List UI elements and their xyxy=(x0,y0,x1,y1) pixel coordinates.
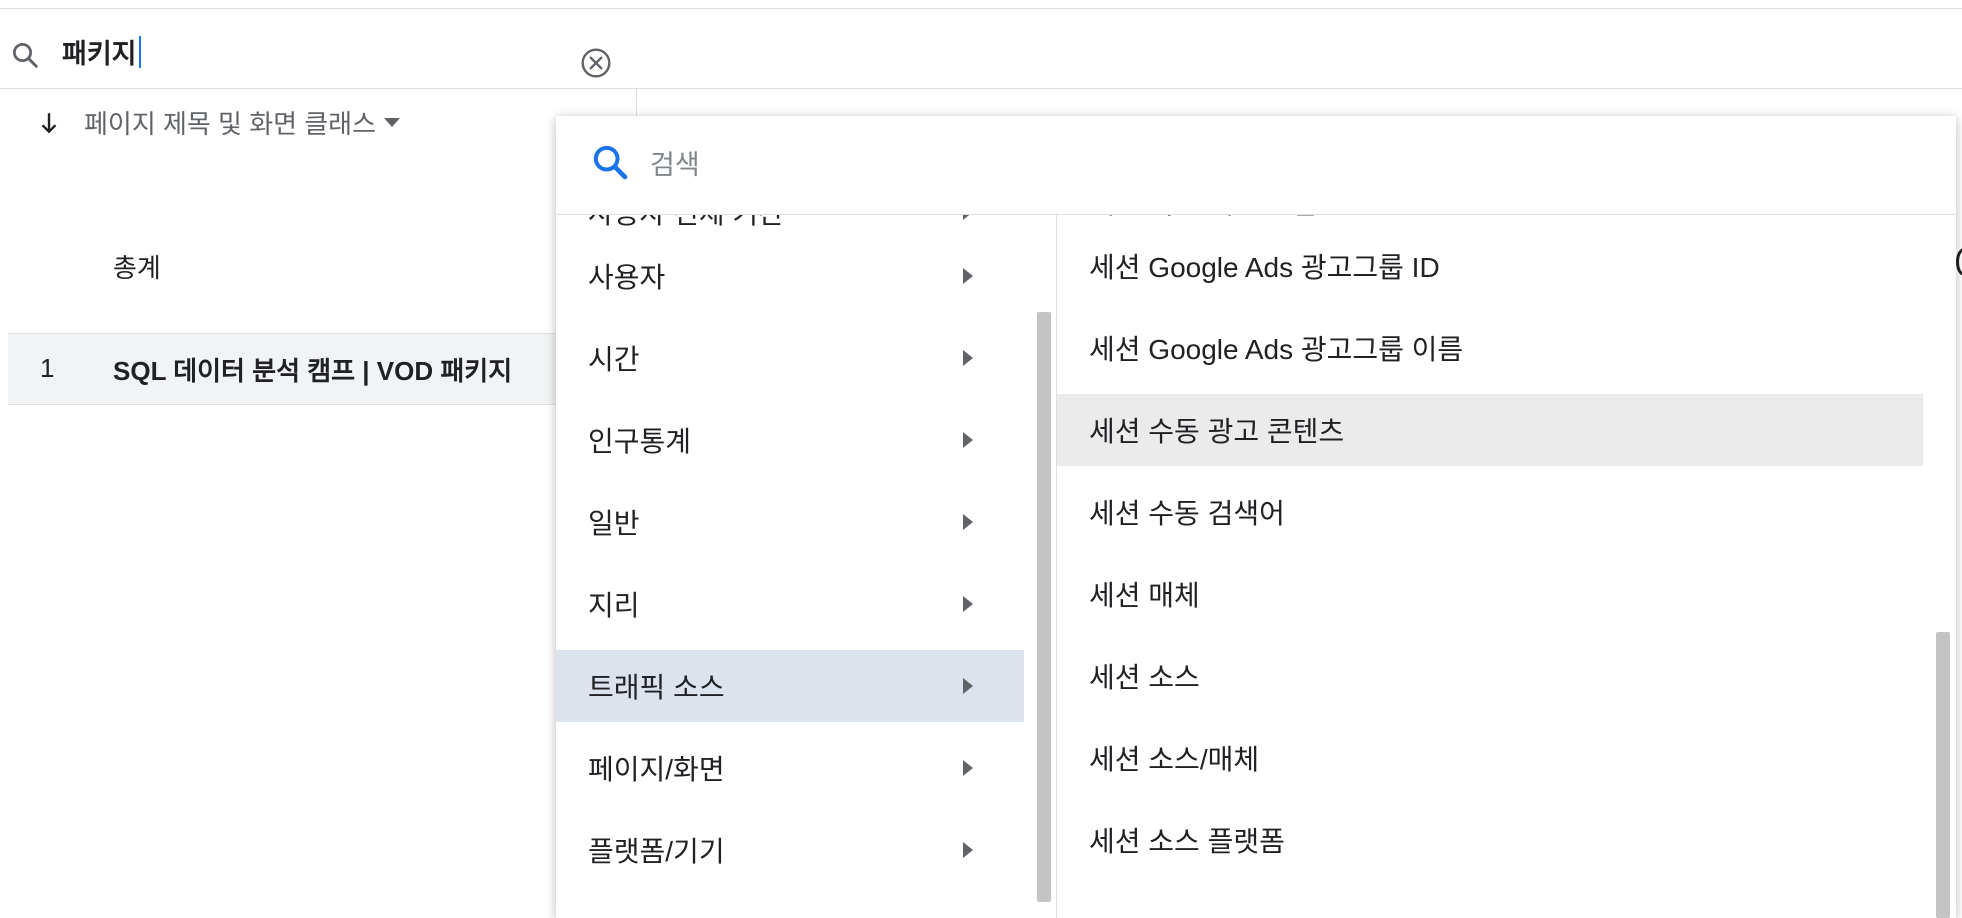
category-scrollbar[interactable] xyxy=(1037,312,1051,902)
category-label: 사용자 전체 기간 xyxy=(588,214,784,232)
category-label: 플랫폼/기기 xyxy=(588,836,725,867)
dimension-header-label[interactable]: 페이지 제목 및 화면 클래스 xyxy=(84,104,376,141)
dimension-label: 세션 수동 검색어 xyxy=(1089,498,1285,529)
dropdown-search-bar[interactable] xyxy=(556,116,1956,215)
text-cursor xyxy=(138,35,141,68)
dimension-label: 세션 기본 채널 그룹 xyxy=(1089,214,1318,222)
category-label: 시간 xyxy=(588,344,640,375)
chevron-right-icon xyxy=(963,432,973,448)
dimension-picker-dropdown[interactable]: 사용자 전체 기간 사용자 시간 인구통계 일반 지리 트래픽 소스 페이지/ xyxy=(556,116,1956,918)
category-item[interactable]: 일반 xyxy=(556,486,1024,558)
dimension-item[interactable]: 세션 수동 검색어 xyxy=(1057,476,1923,548)
top-divider xyxy=(0,8,1962,9)
dimension-item[interactable]: 세션 소스/매체 xyxy=(1057,722,1923,794)
category-item[interactable]: 사용자 xyxy=(556,240,1024,312)
category-label: 일반 xyxy=(588,508,640,539)
category-item[interactable]: 지리 xyxy=(556,568,1024,640)
column-divider xyxy=(636,88,637,118)
chevron-right-icon xyxy=(963,842,973,858)
category-label: 트래픽 소스 xyxy=(588,672,725,703)
dimension-label: 세션 Google Ads 광고그룹 ID xyxy=(1089,252,1440,283)
total-label: 총계 xyxy=(113,253,161,283)
category-label: 사용자 xyxy=(588,262,666,293)
search-input[interactable]: 패키지 xyxy=(62,32,141,71)
chevron-right-icon xyxy=(963,596,973,612)
dimension-item-hovered[interactable]: 세션 수동 광고 콘텐츠 xyxy=(1057,394,1923,466)
dimension-item[interactable]: 세션 소스 xyxy=(1057,640,1923,712)
category-item[interactable]: 시간 xyxy=(556,322,1024,394)
category-list[interactable]: 사용자 전체 기간 사용자 시간 인구통계 일반 지리 트래픽 소스 페이지/ xyxy=(556,214,1024,918)
chevron-right-icon xyxy=(963,268,973,284)
category-item[interactable]: 페이지/화면 xyxy=(556,732,1024,804)
dimension-label: 세션 수동 광고 콘텐츠 xyxy=(1089,416,1345,447)
dimension-item[interactable]: 세션 소스 플랫폼 xyxy=(1057,804,1923,876)
chevron-right-icon xyxy=(963,678,973,694)
dropdown-caret-icon[interactable] xyxy=(384,118,401,127)
chevron-right-icon xyxy=(963,350,973,366)
dimension-label: 세션 Google Ads 광고그룹 이름 xyxy=(1089,334,1464,365)
dimension-label: 세션 매체 xyxy=(1089,580,1200,611)
chevron-right-icon xyxy=(963,760,973,776)
category-label: 페이지/화면 xyxy=(588,754,725,785)
dimension-header[interactable]: 페이지 제목 및 화면 클래스 xyxy=(36,104,401,141)
category-label: 지리 xyxy=(588,590,640,621)
dimension-scrollbar[interactable] xyxy=(1936,632,1950,918)
search-query-text: 패키지 xyxy=(62,39,137,69)
dimension-item[interactable]: 세션 Google Ads 광고그룹 이름 xyxy=(1057,312,1923,384)
dropdown-search-input[interactable] xyxy=(648,142,1752,188)
dimension-item[interactable]: 세션 Google Ads 광고그룹 ID xyxy=(1057,230,1923,302)
chevron-right-icon xyxy=(963,514,973,530)
search-icon xyxy=(13,43,38,68)
dimension-label: 세션 소스 플랫폼 xyxy=(1089,826,1285,857)
dimension-item[interactable]: 세션 매체 xyxy=(1057,558,1923,630)
row-index: 1 xyxy=(40,353,55,383)
category-item[interactable]: 인구통계 xyxy=(556,404,1024,476)
clear-search-icon[interactable] xyxy=(580,47,612,79)
dimension-list[interactable]: 세션 기본 채널 그룹 세션 Google Ads 광고그룹 ID 세션 Goo… xyxy=(1057,214,1925,918)
dimension-label: 세션 소스/매체 xyxy=(1089,744,1260,775)
row-dimension-value[interactable]: SQL 데이터 분석 캠프 | VOD 패키지 xyxy=(113,351,512,388)
dimension-label: 세션 소스 xyxy=(1089,662,1200,693)
category-label: 인구통계 xyxy=(588,426,692,457)
search-bar[interactable]: 패키지 xyxy=(0,10,1962,89)
category-item-selected[interactable]: 트래픽 소스 xyxy=(556,650,1024,722)
partial-icon xyxy=(1956,248,1962,276)
category-item[interactable]: 플랫폼/기기 xyxy=(556,814,1024,886)
search-icon xyxy=(593,145,628,180)
arrow-down-icon[interactable] xyxy=(36,110,62,136)
